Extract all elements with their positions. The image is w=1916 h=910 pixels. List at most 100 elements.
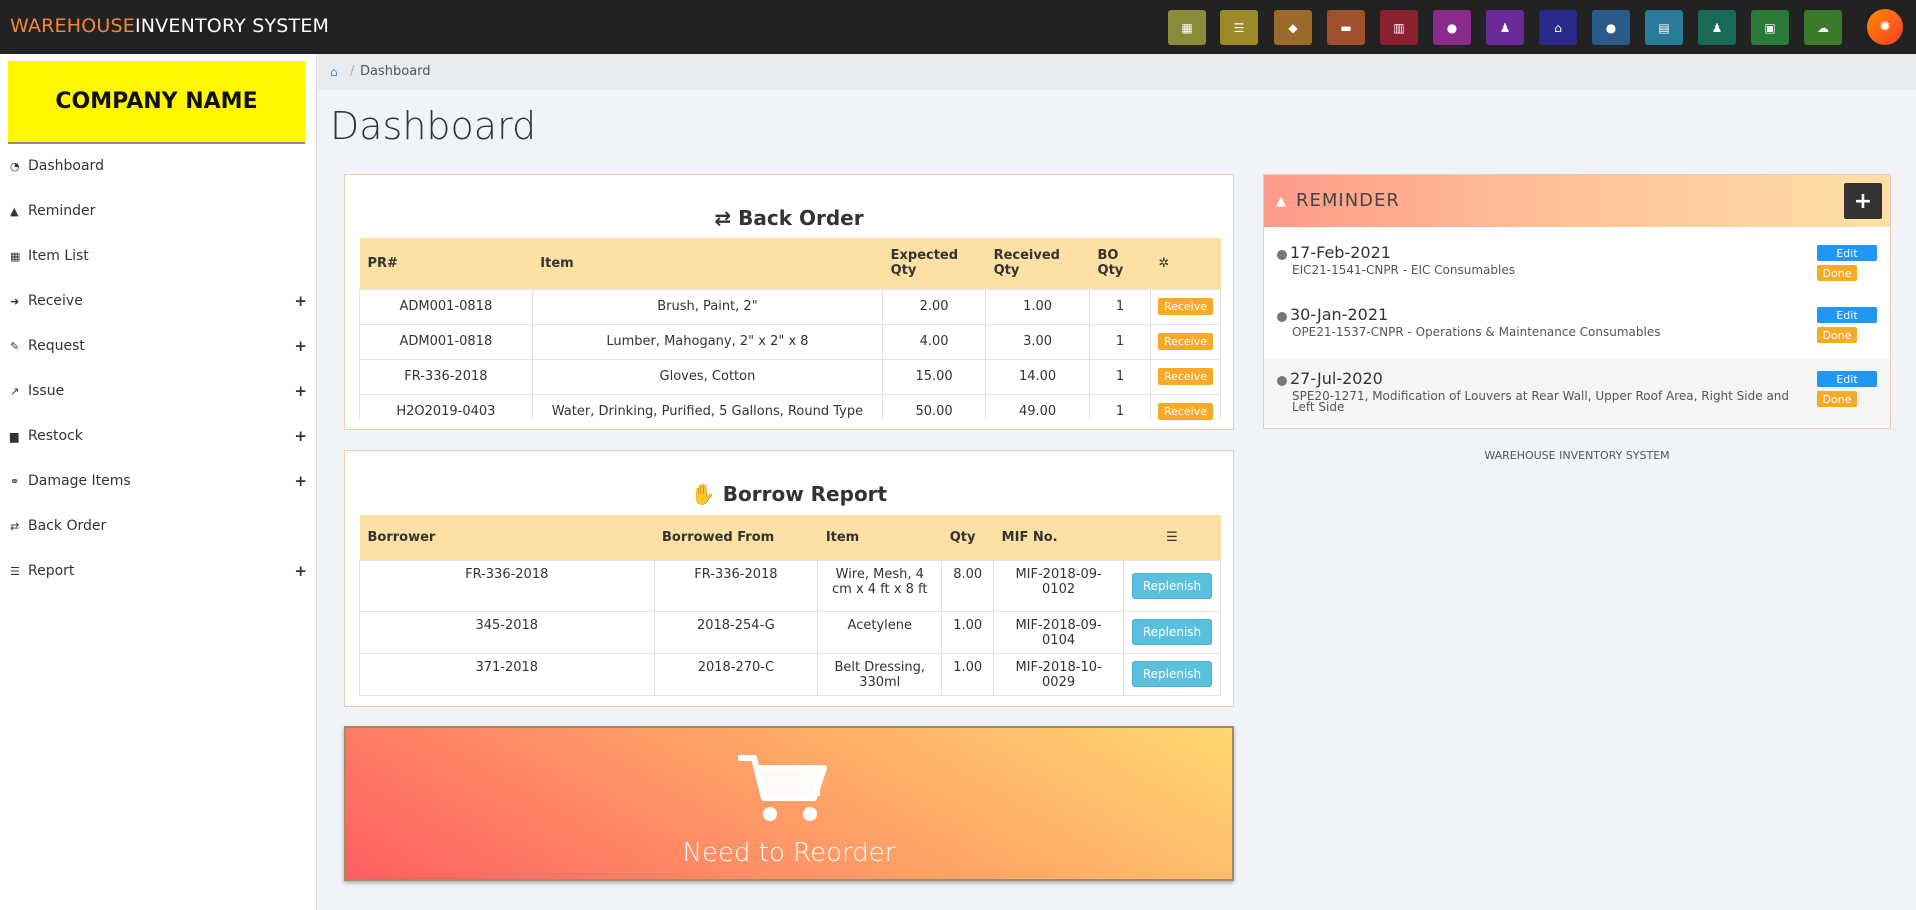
col-mif: MIF No. [993, 515, 1124, 560]
bell-icon: ▲ [10, 204, 19, 218]
map-marker-button[interactable]: ● [1592, 10, 1630, 45]
replenish-button[interactable]: Replenish [1131, 619, 1213, 645]
done-button[interactable]: Done [1817, 265, 1857, 281]
table-cell: 371-2018 [359, 652, 655, 696]
home-icon: ⌂ [1554, 20, 1562, 35]
edit-button[interactable]: Edit [1817, 245, 1877, 261]
table-cell: MIF-2018-10-0029 [993, 652, 1124, 696]
file-excel-button[interactable]: ▣ [1751, 10, 1789, 45]
table-cell: 50.00 [882, 393, 987, 420]
table-cell: 4.00 [882, 323, 987, 360]
receive-button[interactable]: Receive [1157, 368, 1214, 385]
sidebar-item-back-order[interactable]: ⇄ Back Order [10, 511, 307, 541]
table-cell: 3.00 [985, 323, 1091, 360]
tag-button[interactable]: ◆ [1274, 10, 1312, 45]
sidebar-item-damage-items[interactable]: ⚭ Damage Items + [10, 466, 307, 496]
table-cell: MIF-2018-09-0104 [993, 610, 1124, 654]
expand-plus-icon[interactable]: + [294, 562, 307, 580]
back-order-title: Back Order [738, 206, 864, 230]
table-cell: 49.00 [985, 393, 1091, 420]
sidebar-item-report[interactable]: ☰ Report + [10, 556, 307, 586]
table-cell: 2.00 [882, 288, 987, 325]
cloud-upload-button[interactable]: ☁ [1804, 10, 1842, 45]
replenish-button[interactable]: Replenish [1131, 572, 1213, 599]
done-button[interactable]: Done [1817, 391, 1857, 407]
table-cell: 1 [1089, 358, 1151, 395]
table-cell-action: Replenish [1122, 559, 1221, 612]
user-button[interactable]: ♟ [1698, 10, 1736, 45]
sidebar-item-issue[interactable]: ↗ Issue + [10, 376, 307, 406]
table-cell: 2018-270-C [653, 652, 819, 696]
home-button[interactable]: ⌂ [1539, 10, 1577, 45]
expand-plus-icon[interactable]: + [294, 337, 307, 355]
table-row: ADM001-0818 Lumber, Mahogany, 2" x 2" x 8… [359, 323, 1221, 360]
replenish-button[interactable]: Replenish [1131, 661, 1213, 687]
table-cell: Wire, Mesh, 4 cm x 4 ft x 8 ft [817, 559, 943, 612]
sidebar-item-item-list[interactable]: ▦ Item List [10, 241, 307, 271]
app-title[interactable]: WAREHOUSEINVENTORY SYSTEM [10, 15, 329, 37]
reminder-panel: ▲ REMINDER + 17-Feb-2021 EIC21-1541-CNPR … [1263, 174, 1891, 429]
sidebar-item-label: Item List [28, 248, 89, 264]
col-received: Received Qty [985, 238, 1090, 289]
done-button[interactable]: Done [1817, 327, 1857, 343]
table-cell: 2018-254-G [653, 610, 819, 654]
expand-plus-icon[interactable]: + [294, 472, 307, 490]
user-icon: ♟ [1711, 20, 1723, 35]
reminder-header: ▲ REMINDER + [1264, 175, 1890, 227]
circle-button[interactable]: ● [1433, 10, 1471, 45]
back-order-panel: ⇄ Back Order PR# Item Expected Qty Recei… [344, 174, 1234, 430]
table-row: 345-2018 2018-254-G Acetylene 1.00 MIF-2018-… [359, 610, 1221, 654]
reminder-title: REMINDER [1296, 190, 1400, 211]
table-cell: 1.00 [985, 288, 1091, 325]
edit-button[interactable]: Edit [1817, 307, 1877, 323]
sidebar-item-label: Back Order [28, 518, 107, 534]
sidebar-item-request[interactable]: ✎ Request + [10, 331, 307, 361]
borrow-report-panel: ✋ Borrow Report Borrower Borrowed From I… [344, 450, 1234, 707]
sidebar-item-receive[interactable]: ➜ Receive + [10, 286, 307, 316]
app-title-part2: INVENTORY SYSTEM [134, 15, 330, 37]
sidebar-item-label: Report [28, 563, 75, 579]
receive-button[interactable]: Receive [1157, 298, 1214, 315]
back-order-table-wrap[interactable]: PR# Item Expected Qty Received Qty BO Qt… [359, 238, 1221, 420]
back-order-heading: ⇄ Back Order [345, 206, 1233, 230]
breadcrumb-separator: / [350, 64, 355, 79]
sidebar-item-label: Dashboard [28, 158, 104, 174]
sidebar-item-dashboard[interactable]: ◔ Dashboard [10, 151, 307, 181]
edit-button[interactable]: Edit [1817, 371, 1877, 387]
expand-plus-icon[interactable]: + [294, 292, 307, 310]
receive-button[interactable]: Receive [1157, 403, 1214, 420]
settings-orb-icon[interactable]: ✹ [1867, 9, 1903, 45]
calculator-button[interactable]: ▥ [1380, 10, 1418, 45]
sidebar: COMPANY NAME ◔ Dashboard ▲ Reminder ▦ Item Li… [0, 54, 317, 910]
table-cell: 1.00 [941, 610, 995, 654]
truck-button[interactable]: ▬ [1327, 10, 1365, 45]
home-icon[interactable]: ⌂ [330, 65, 338, 79]
table-cell: H2O2019-0403 [359, 393, 533, 420]
table-cell-action: Replenish [1122, 610, 1221, 654]
table-row: H2O2019-0403 Water, Drinking, Purified, 5… [359, 393, 1221, 420]
expand-plus-icon[interactable]: + [294, 427, 307, 445]
list-button[interactable]: ☰ [1220, 10, 1258, 45]
newspaper-button[interactable]: ▤ [1645, 10, 1683, 45]
sidebar-item-reminder[interactable]: ▲ Reminder [10, 196, 307, 226]
expand-plus-icon[interactable]: + [294, 382, 307, 400]
calculator-icon: ▥ [1393, 20, 1405, 35]
users-button[interactable]: ♟ [1486, 10, 1524, 45]
table-cell: 1.00 [941, 652, 995, 696]
table-cell: Belt Dressing, 330ml [817, 652, 943, 696]
dashboard-button[interactable]: ▦ [1168, 10, 1206, 45]
borrow-table-wrap[interactable]: Borrower Borrowed From Item Qty MIF No. … [359, 515, 1221, 697]
table-cell: FR-336-2018 [359, 559, 655, 612]
need-to-reorder-card[interactable]: Need to Reorder [344, 726, 1234, 881]
reminder-date: 17-Feb-2021 [1290, 243, 1391, 262]
company-name-logo: COMPANY NAME [8, 61, 305, 144]
table-cell: 1 [1089, 323, 1151, 360]
table-cell: Water, Drinking, Purified, 5 Gallons, Ro… [531, 393, 884, 420]
col-item: Item [817, 515, 942, 560]
table-cell-action: Receive [1149, 288, 1221, 325]
add-reminder-button[interactable]: + [1844, 183, 1882, 219]
receive-button[interactable]: Receive [1157, 333, 1214, 350]
col-bo: BO Qty [1089, 238, 1151, 289]
sidebar-item-restock[interactable]: ▆ Restock + [10, 421, 307, 451]
table-row: ADM001-0818 Brush, Paint, 2" 2.00 1.00 1 Rece… [359, 288, 1221, 325]
